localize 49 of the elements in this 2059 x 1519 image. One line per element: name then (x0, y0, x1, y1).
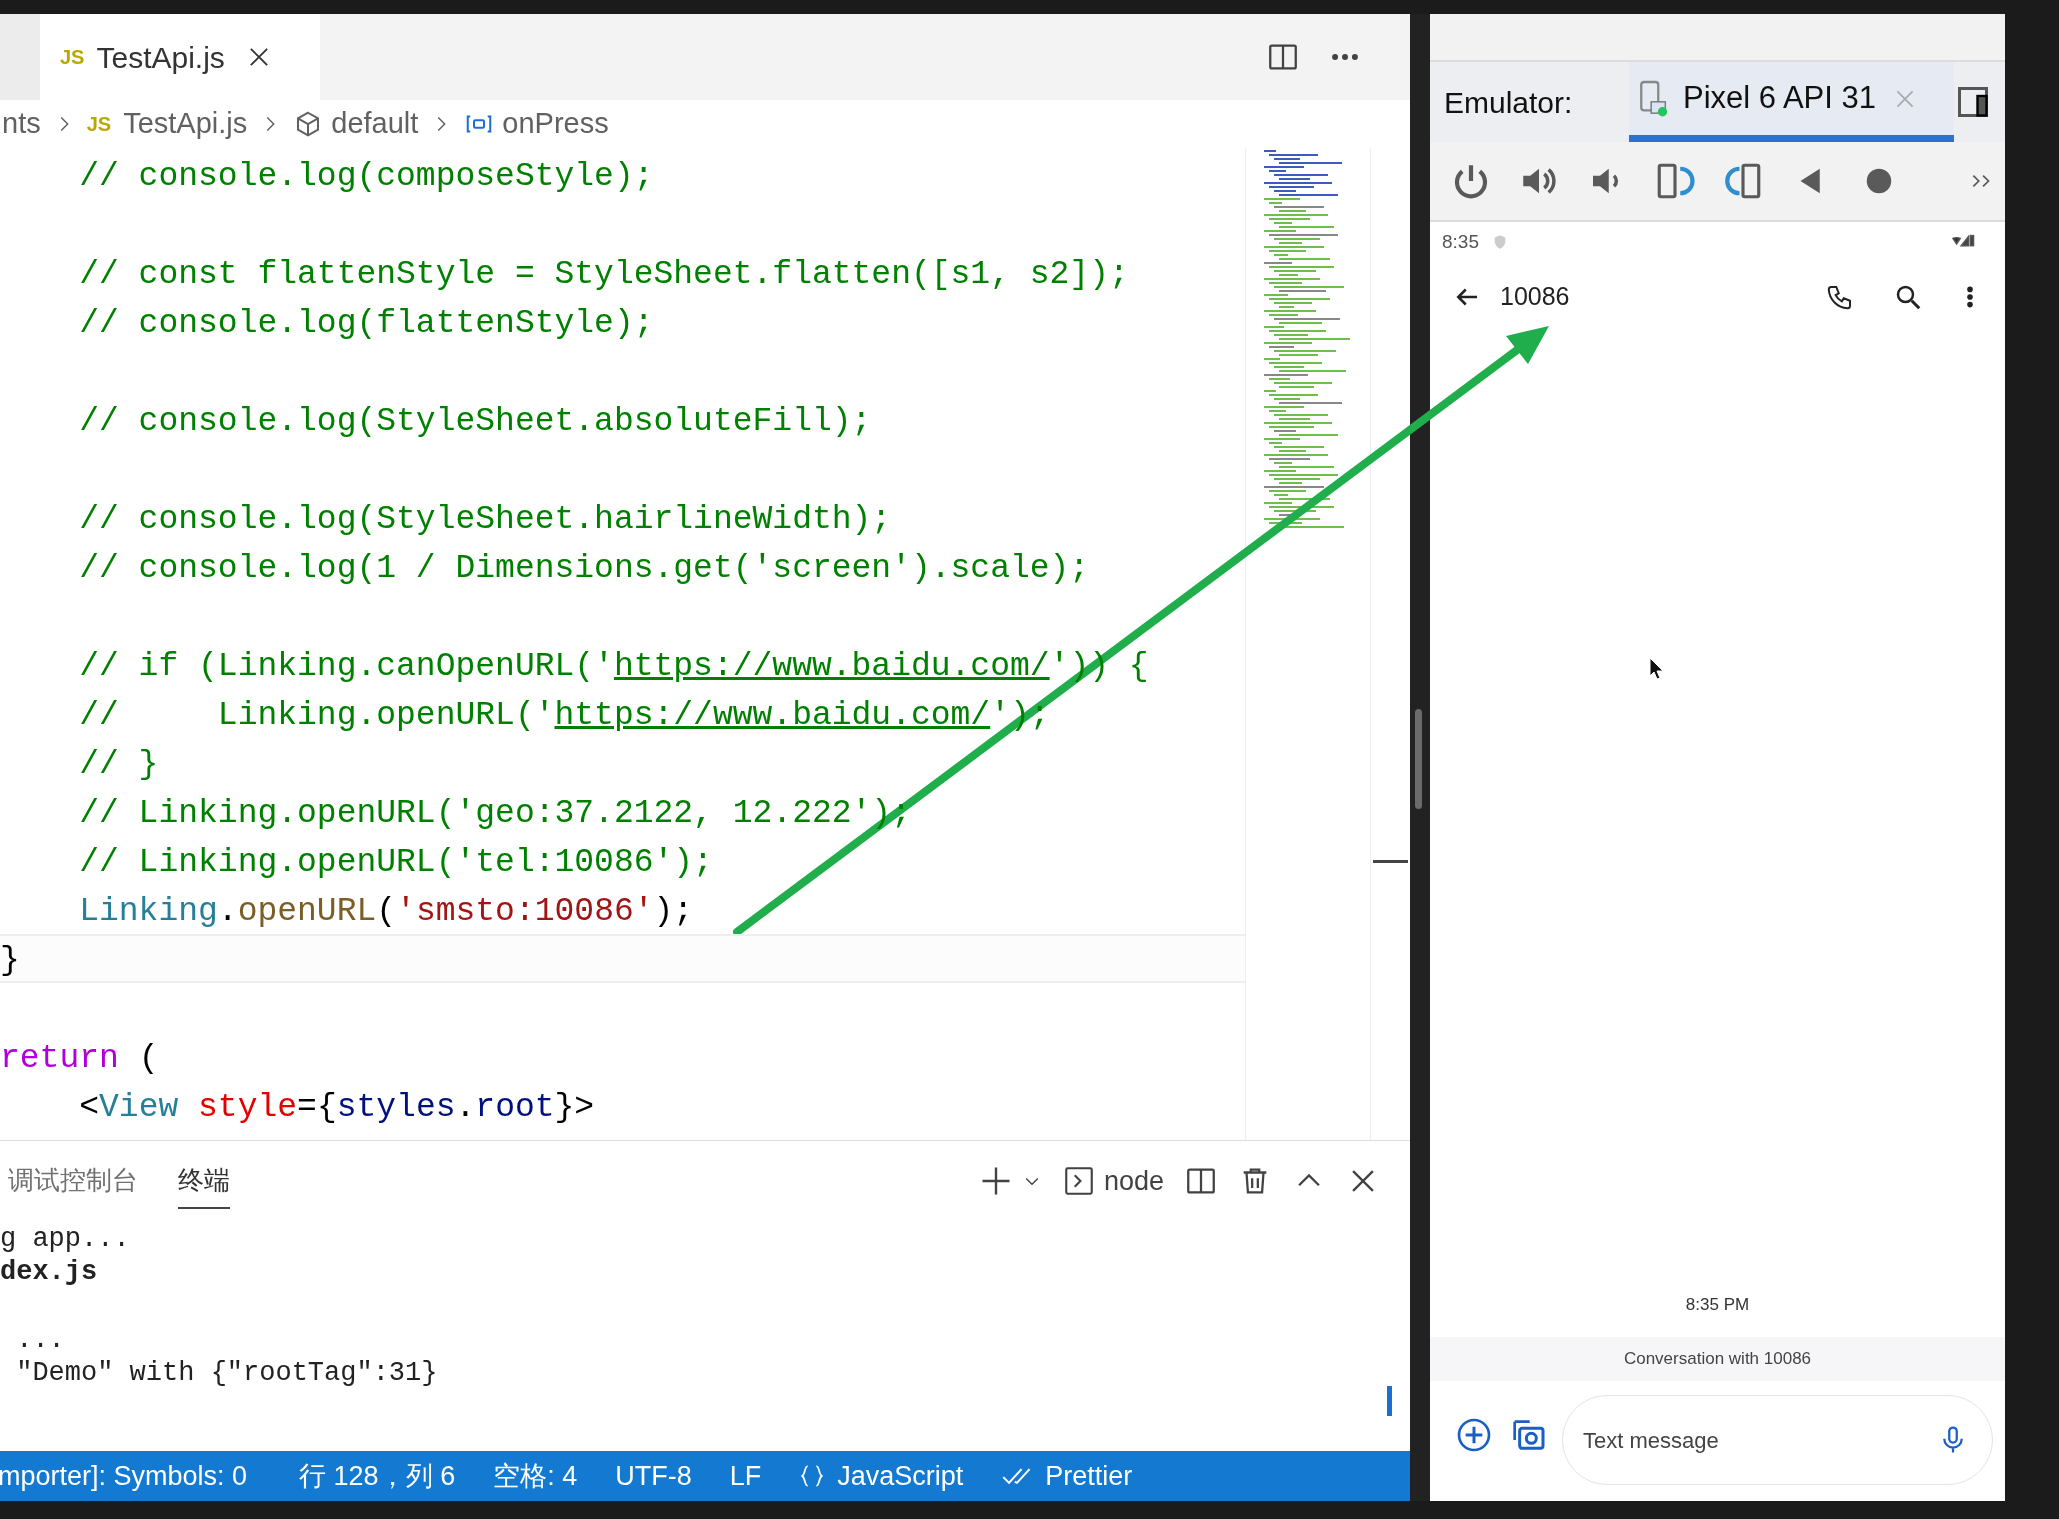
status-item[interactable]: 空格: 4 (493, 1455, 578, 1497)
editor-tab[interactable]: JS TestApi.js (40, 14, 320, 100)
status-clock: 8:35 (1442, 229, 1479, 254)
breadcrumb-item[interactable]: onPress (502, 102, 609, 146)
terminal-shell-button[interactable]: node (1061, 1160, 1164, 1202)
contact-name: 10086 (1500, 281, 1570, 313)
code-line: // console.log(StyleSheet.absoluteFill); (78, 402, 873, 442)
emulator-label: Emulator: (1444, 84, 1574, 121)
code-line: // const flattenStyle = StyleSheet.flatten([s1, s2]); (78, 255, 1130, 295)
code-line: // } (78, 745, 160, 785)
js-label: JS (86, 112, 112, 137)
tab-title: TestApi.js (96, 39, 225, 76)
code-line: // console.log(flattenStyle); (78, 304, 655, 344)
code-line: // console.log(composeStyle); (78, 157, 655, 197)
scroll-marker (1387, 1386, 1392, 1416)
window-layout-icon[interactable] (1955, 84, 1991, 120)
terminal-line: g app... (0, 1223, 131, 1256)
device-tab-title: Pixel 6 API 31 (1683, 79, 1876, 118)
braces-icon (799, 1462, 826, 1490)
code-line: Linking.openURL('smsto:10086'); (78, 892, 695, 932)
terminal-line: "Demo" with {"rootTag":31} (15, 1357, 439, 1390)
status-item[interactable]: UTF-8 (615, 1455, 692, 1497)
code-line: return ( (0, 1039, 160, 1079)
status-item[interactable]: JavaScript (799, 1455, 964, 1497)
status-item[interactable]: mporter]: Symbols: 0 (0, 1455, 248, 1497)
breadcrumb-item[interactable]: default (331, 102, 419, 146)
breadcrumb-item[interactable]: TestApi.js (123, 102, 248, 146)
code-link[interactable]: https://www.baidu.com/ (613, 648, 1050, 685)
mouse-pointer-icon (1649, 657, 1665, 681)
status-item[interactable]: Prettier (1001, 1455, 1133, 1497)
code-link[interactable]: https://www.baidu.com/ (554, 697, 991, 734)
conversation-note: Conversation with 10086 (1623, 1348, 1812, 1371)
js-label: JS (60, 45, 85, 70)
scrollbar-thumb[interactable] (1415, 709, 1422, 809)
code-line: // Linking.openURL('tel:10086'); (78, 843, 714, 883)
message-timestamp: 8:35 PM (1685, 1293, 1750, 1316)
code-line: // console.log(StyleSheet.hairlineWidth); (78, 500, 893, 540)
message-field[interactable]: Text message (1583, 1423, 1938, 1457)
status-item[interactable]: LF (729, 1455, 762, 1497)
terminal-line: dex.js (0, 1256, 99, 1289)
status-item[interactable]: 行 128，列 6 (299, 1455, 456, 1497)
code-line: <View style={styles.root}> (78, 1088, 596, 1128)
terminal-line: ... (15, 1324, 66, 1357)
panel-tab[interactable]: 终端 (178, 1153, 230, 1209)
breadcrumb-item[interactable]: nts (2, 102, 41, 146)
code-line: // console.log(1 / Dimensions.get('screen').scale); (78, 549, 1091, 589)
panel-tab[interactable]: 调试控制台 (8, 1153, 138, 1209)
device-tab[interactable]: Pixel 6 API 31 (1629, 62, 1954, 142)
scroll-position-marker (1373, 860, 1408, 863)
